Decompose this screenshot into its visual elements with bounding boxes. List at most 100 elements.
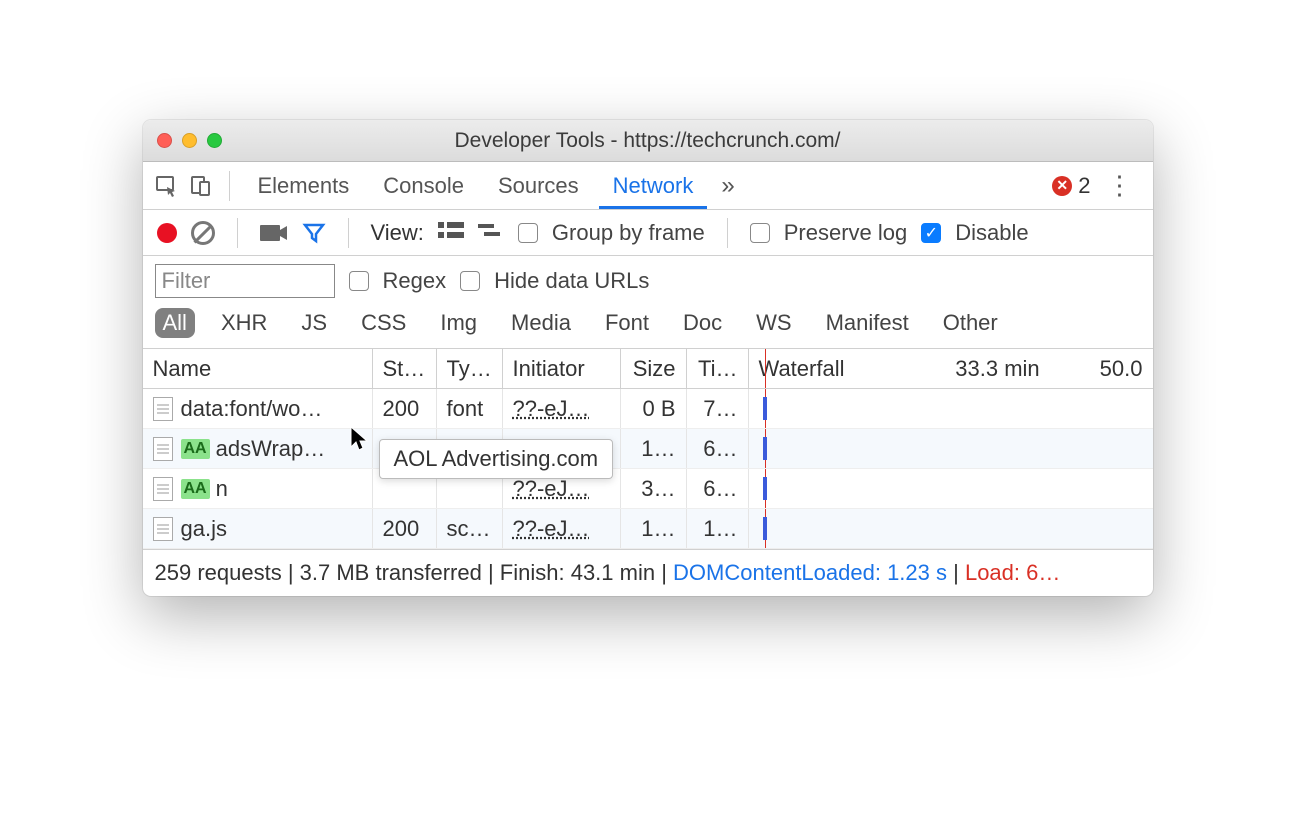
request-status: 200 [383, 516, 420, 542]
table-row[interactable]: AA adsWrap… 200 sc… ??-eJ… 1… 6… [143, 429, 1153, 469]
request-name: data:font/wo… [181, 396, 323, 422]
waterfall-bar [763, 397, 767, 420]
table-row[interactable]: data:font/wo… 200 font ??-eJ… 0 B 7… [143, 389, 1153, 429]
type-filter-all[interactable]: All [155, 308, 195, 338]
screenshot-icon[interactable] [260, 223, 288, 243]
type-filter-font[interactable]: Font [597, 308, 657, 338]
type-filter-media[interactable]: Media [503, 308, 579, 338]
file-icon [153, 437, 173, 461]
separator [727, 218, 728, 248]
large-rows-icon[interactable] [438, 220, 464, 246]
col-header-status[interactable]: St… [373, 349, 437, 388]
filter-row: Regex Hide data URLs [143, 256, 1153, 302]
request-time: 6… [703, 476, 737, 502]
device-toolbar-icon[interactable] [187, 172, 215, 200]
window-title: Developer Tools - https://techcrunch.com… [143, 129, 1153, 153]
status-requests: 259 requests [155, 560, 282, 585]
request-time: 7… [703, 396, 737, 422]
request-size: 1… [641, 516, 675, 542]
status-transferred: 3.7 MB transferred [300, 560, 482, 585]
ad-badge: AA [181, 439, 210, 459]
file-icon [153, 397, 173, 421]
type-filter-row: All XHR JS CSS Img Media Font Doc WS Man… [143, 302, 1153, 349]
request-size: 0 B [642, 396, 675, 422]
status-load: Load: 6… [965, 560, 1060, 585]
table-row[interactable]: AA n ??-eJ… 3… 6… [143, 469, 1153, 509]
disable-cache-checkbox[interactable]: ✓ [921, 223, 941, 243]
filter-input[interactable] [155, 264, 335, 298]
clear-button[interactable] [191, 221, 215, 245]
request-initiator[interactable]: ??-eJ… [513, 396, 590, 422]
error-indicator[interactable]: ✕ 2 [1052, 173, 1090, 199]
type-filter-manifest[interactable]: Manifest [818, 308, 917, 338]
network-toolbar: View: Group by frame Preserve log ✓ Disa… [143, 210, 1153, 256]
col-header-initiator[interactable]: Initiator [503, 349, 621, 388]
tab-elements[interactable]: Elements [244, 163, 364, 209]
status-finish: Finish: 43.1 min [500, 560, 655, 585]
type-filter-doc[interactable]: Doc [675, 308, 730, 338]
regex-checkbox[interactable] [349, 271, 369, 291]
type-filter-js[interactable]: JS [293, 308, 335, 338]
request-initiator[interactable]: ??-eJ… [513, 476, 590, 502]
col-header-type[interactable]: Ty… [437, 349, 503, 388]
waterfall-bar [763, 517, 767, 540]
disable-cache-label: Disable [955, 220, 1028, 246]
separator [348, 218, 349, 248]
request-status: 200 [383, 396, 420, 422]
settings-menu-icon[interactable]: ⋮ [1097, 170, 1143, 201]
request-time: 1… [703, 516, 737, 542]
type-filter-img[interactable]: Img [432, 308, 485, 338]
group-by-frame-checkbox[interactable] [518, 223, 538, 243]
preserve-log-checkbox[interactable] [750, 223, 770, 243]
tab-network[interactable]: Network [599, 163, 708, 209]
tab-console[interactable]: Console [369, 163, 478, 209]
waterfall-marker [765, 349, 767, 388]
col-header-waterfall[interactable]: Waterfall 33.3 min 50.0 [749, 349, 1153, 388]
waterfall-time-1: 33.3 min [955, 356, 1039, 382]
tooltip: AOL Advertising.com [379, 439, 614, 479]
request-name: ga.js [181, 516, 227, 542]
request-name: n [216, 476, 228, 502]
type-filter-xhr[interactable]: XHR [213, 308, 275, 338]
status-bar: 259 requests | 3.7 MB transferred | Fini… [143, 549, 1153, 596]
type-filter-other[interactable]: Other [935, 308, 1006, 338]
more-tabs-icon[interactable]: » [713, 172, 742, 200]
file-icon [153, 477, 173, 501]
devtools-window: Developer Tools - https://techcrunch.com… [143, 120, 1153, 596]
group-by-frame-label: Group by frame [552, 220, 705, 246]
request-type: sc… [447, 516, 491, 542]
type-filter-ws[interactable]: WS [748, 308, 799, 338]
request-initiator[interactable]: ??-eJ… [513, 516, 590, 542]
request-size: 3… [641, 476, 675, 502]
waterfall-time-2: 50.0 [1100, 356, 1143, 382]
overview-icon[interactable] [478, 220, 504, 246]
waterfall-times: 33.3 min 50.0 [955, 356, 1142, 382]
record-button[interactable] [157, 223, 177, 243]
hide-data-urls-checkbox[interactable] [460, 271, 480, 291]
request-type: font [447, 396, 484, 422]
tab-sources[interactable]: Sources [484, 163, 593, 209]
col-header-size[interactable]: Size [621, 349, 687, 388]
waterfall-bar [763, 477, 767, 500]
view-label: View: [371, 220, 424, 246]
filter-toggle-icon[interactable] [302, 221, 326, 245]
col-header-name[interactable]: Name [143, 349, 373, 388]
waterfall-bar [763, 437, 767, 460]
ad-badge: AA [181, 479, 210, 499]
regex-label: Regex [383, 268, 447, 294]
network-table-header: Name St… Ty… Initiator Size Ti… Waterfal… [143, 349, 1153, 389]
inspect-element-icon[interactable] [153, 172, 181, 200]
status-domcontentloaded: DOMContentLoaded: 1.23 s [673, 560, 947, 585]
request-size: 1… [641, 436, 675, 462]
table-row[interactable]: ga.js 200 sc… ??-eJ… 1… 1… [143, 509, 1153, 549]
network-table-body: data:font/wo… 200 font ??-eJ… 0 B 7… AA … [143, 389, 1153, 549]
request-time: 6… [703, 436, 737, 462]
col-header-time[interactable]: Ti… [687, 349, 749, 388]
preserve-log-label: Preserve log [784, 220, 908, 246]
separator [237, 218, 238, 248]
type-filter-css[interactable]: CSS [353, 308, 414, 338]
error-count: 2 [1078, 173, 1090, 199]
titlebar: Developer Tools - https://techcrunch.com… [143, 120, 1153, 162]
separator [229, 171, 230, 201]
file-icon [153, 517, 173, 541]
